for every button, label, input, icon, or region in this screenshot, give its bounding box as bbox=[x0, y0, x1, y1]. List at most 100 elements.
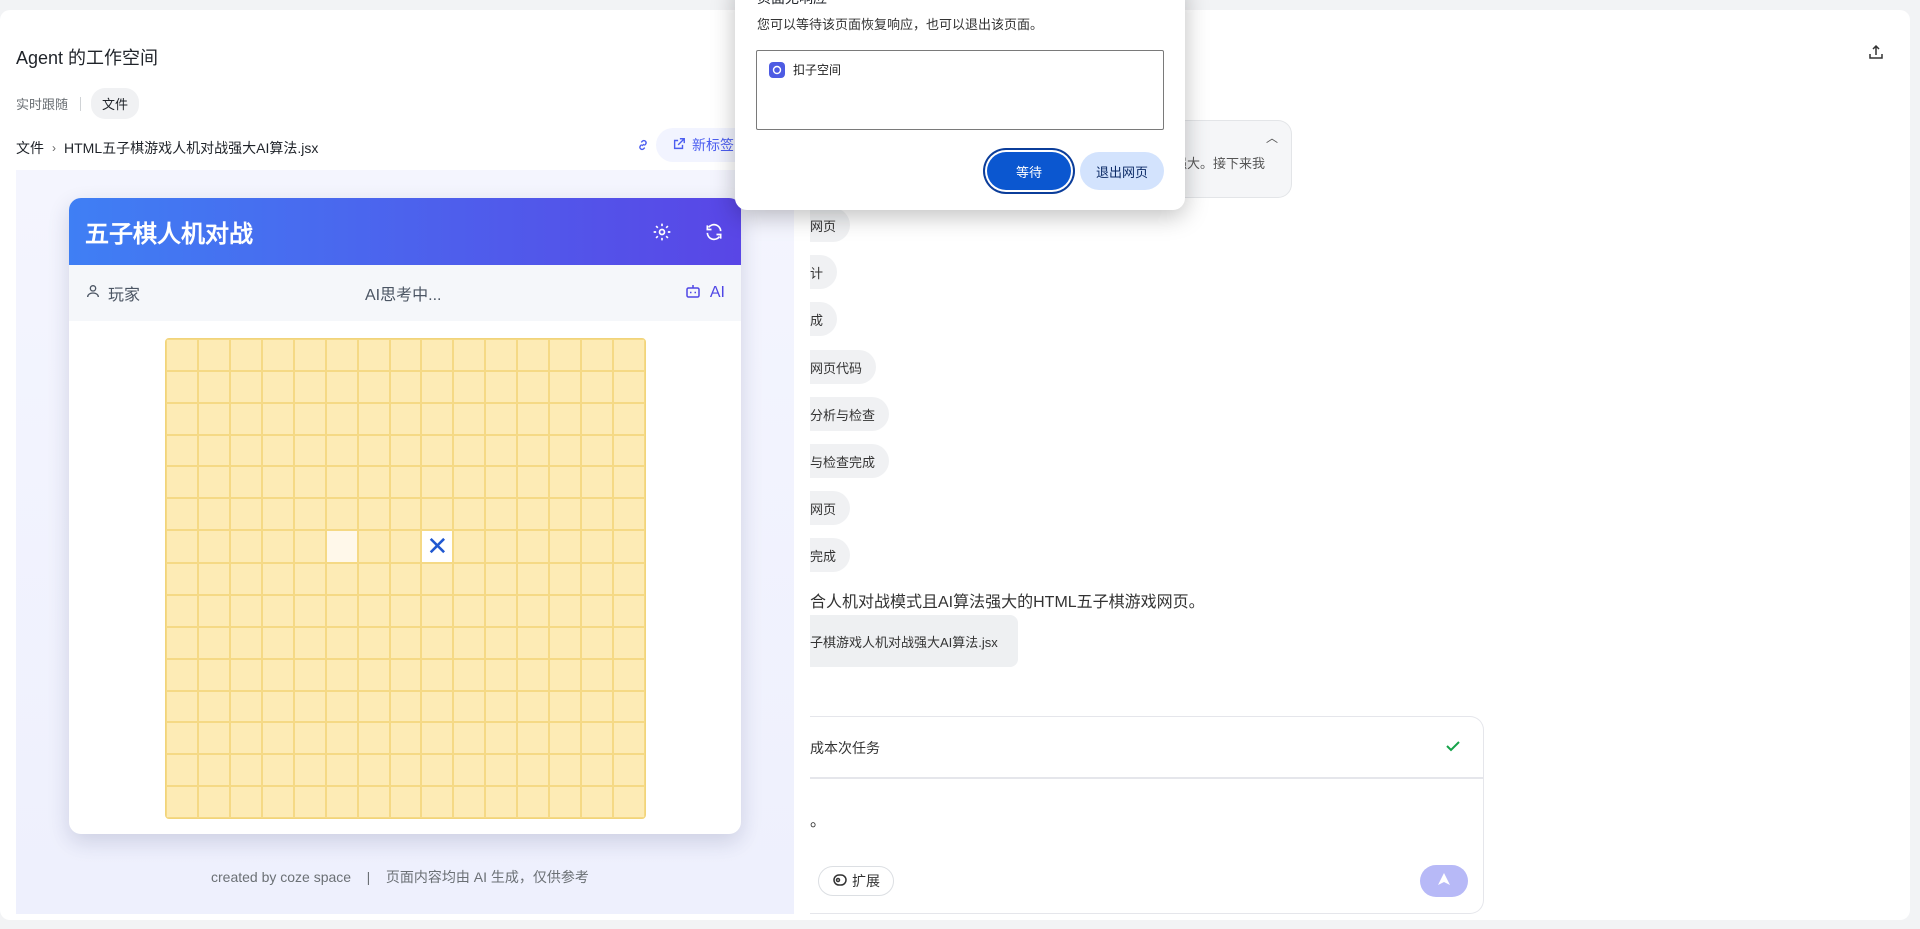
board-cell[interactable] bbox=[485, 339, 518, 371]
step-pill[interactable]: 网页代码 bbox=[810, 350, 877, 384]
board-cell[interactable] bbox=[325, 466, 358, 499]
board-cell[interactable] bbox=[293, 690, 326, 723]
chevron-up-icon[interactable]: ︿ bbox=[1266, 129, 1278, 146]
board-cell[interactable] bbox=[421, 595, 454, 627]
board-cell[interactable] bbox=[453, 595, 486, 627]
board-cell[interactable] bbox=[453, 563, 486, 595]
board-cell[interactable] bbox=[229, 595, 262, 627]
board-cell[interactable] bbox=[389, 466, 422, 499]
settings-gear-icon[interactable] bbox=[651, 221, 673, 243]
tab-live-follow[interactable]: 实时跟随 bbox=[16, 94, 68, 113]
board-cell[interactable] bbox=[357, 626, 390, 659]
board-cell[interactable] bbox=[197, 370, 230, 403]
chat-input-text[interactable]: 。 bbox=[810, 807, 826, 831]
board-cell[interactable] bbox=[357, 690, 390, 723]
board-cell[interactable] bbox=[549, 626, 582, 659]
board-cell[interactable] bbox=[485, 370, 518, 403]
board-cell[interactable] bbox=[549, 754, 582, 787]
board-cell[interactable] bbox=[261, 786, 294, 818]
chat-input-box[interactable]: 。 扩展 bbox=[810, 778, 1484, 914]
board-cell[interactable] bbox=[197, 466, 230, 499]
board-cell[interactable] bbox=[453, 402, 486, 435]
board-cell[interactable] bbox=[453, 722, 486, 755]
board-cell[interactable] bbox=[197, 498, 230, 531]
board-cell[interactable] bbox=[325, 690, 358, 723]
board-cell[interactable] bbox=[261, 466, 294, 499]
board-cell[interactable] bbox=[166, 530, 198, 564]
board-cell[interactable] bbox=[293, 339, 326, 371]
board-cell[interactable] bbox=[197, 722, 230, 755]
board-cell[interactable] bbox=[293, 658, 326, 691]
board-cell[interactable] bbox=[549, 722, 582, 755]
board-cell[interactable] bbox=[229, 626, 262, 659]
board-cell[interactable] bbox=[229, 498, 262, 531]
board-cell[interactable] bbox=[357, 530, 390, 564]
board-cell[interactable] bbox=[613, 754, 645, 787]
board-cell[interactable] bbox=[389, 339, 422, 371]
link-icon[interactable] bbox=[636, 138, 650, 157]
board-cell[interactable] bbox=[261, 658, 294, 691]
board-cell[interactable] bbox=[517, 466, 550, 499]
board-cell[interactable] bbox=[197, 434, 230, 467]
board-cell[interactable] bbox=[517, 402, 550, 435]
board-cell[interactable] bbox=[197, 690, 230, 723]
board-cell[interactable] bbox=[581, 626, 614, 659]
board-cell[interactable] bbox=[357, 563, 390, 595]
board-cell[interactable] bbox=[166, 626, 198, 659]
file-chip[interactable]: 子棋游戏人机对战强大AI算法.jsx bbox=[810, 615, 1018, 667]
board-cell[interactable] bbox=[197, 786, 230, 818]
board-cell[interactable] bbox=[581, 498, 614, 531]
board-cell[interactable] bbox=[517, 722, 550, 755]
board-cell[interactable] bbox=[485, 466, 518, 499]
board-cell[interactable] bbox=[389, 754, 422, 787]
step-pill[interactable]: 与检查完成 bbox=[810, 444, 890, 478]
step-pill[interactable]: 网页 bbox=[810, 208, 851, 242]
tab-files[interactable]: 文件 bbox=[91, 88, 140, 119]
board-cell[interactable] bbox=[166, 722, 198, 755]
board-cell[interactable] bbox=[453, 498, 486, 531]
step-pill[interactable]: 分析与检查 bbox=[810, 397, 890, 431]
board-cell[interactable] bbox=[453, 466, 486, 499]
expand-button[interactable]: 扩展 bbox=[818, 866, 894, 896]
board-cell[interactable] bbox=[229, 658, 262, 691]
board-cell[interactable] bbox=[166, 370, 198, 403]
board-cell[interactable] bbox=[453, 370, 486, 403]
board-cell[interactable] bbox=[581, 339, 614, 371]
board-cell[interactable] bbox=[485, 754, 518, 787]
board-cell[interactable] bbox=[421, 434, 454, 467]
board-cell[interactable] bbox=[549, 339, 582, 371]
board-cell[interactable] bbox=[581, 722, 614, 755]
board-cell[interactable] bbox=[166, 466, 198, 499]
board-cell[interactable] bbox=[325, 563, 358, 595]
board-cell[interactable] bbox=[581, 434, 614, 467]
board-cell[interactable] bbox=[453, 339, 486, 371]
board-cell[interactable] bbox=[357, 339, 390, 371]
board-cell[interactable] bbox=[581, 402, 614, 435]
board-cell[interactable] bbox=[421, 339, 454, 371]
board-cell[interactable] bbox=[581, 690, 614, 723]
board-cell[interactable] bbox=[421, 658, 454, 691]
step-pill[interactable]: 完成 bbox=[810, 538, 851, 572]
board-cell[interactable] bbox=[197, 530, 230, 564]
board-cell[interactable] bbox=[261, 595, 294, 627]
board-cell[interactable] bbox=[166, 434, 198, 467]
board-cell[interactable] bbox=[517, 754, 550, 787]
board-cell[interactable] bbox=[549, 786, 582, 818]
board-cell[interactable] bbox=[421, 370, 454, 403]
board-cell[interactable] bbox=[421, 402, 454, 435]
board-cell[interactable] bbox=[325, 722, 358, 755]
board-cell[interactable] bbox=[517, 658, 550, 691]
board-cell[interactable] bbox=[421, 498, 454, 531]
step-pill[interactable]: 网页 bbox=[810, 491, 851, 525]
board-cell[interactable] bbox=[197, 754, 230, 787]
board-cell[interactable] bbox=[453, 786, 486, 818]
board-cell[interactable] bbox=[613, 690, 645, 723]
board-cell[interactable] bbox=[389, 658, 422, 691]
board-cell[interactable] bbox=[197, 658, 230, 691]
board-cell[interactable] bbox=[229, 370, 262, 403]
board-cell[interactable] bbox=[517, 498, 550, 531]
board-cell[interactable] bbox=[197, 626, 230, 659]
exit-page-button[interactable]: 退出网页 bbox=[1080, 152, 1164, 190]
board-cell[interactable] bbox=[261, 530, 294, 564]
board-cell[interactable] bbox=[229, 786, 262, 818]
